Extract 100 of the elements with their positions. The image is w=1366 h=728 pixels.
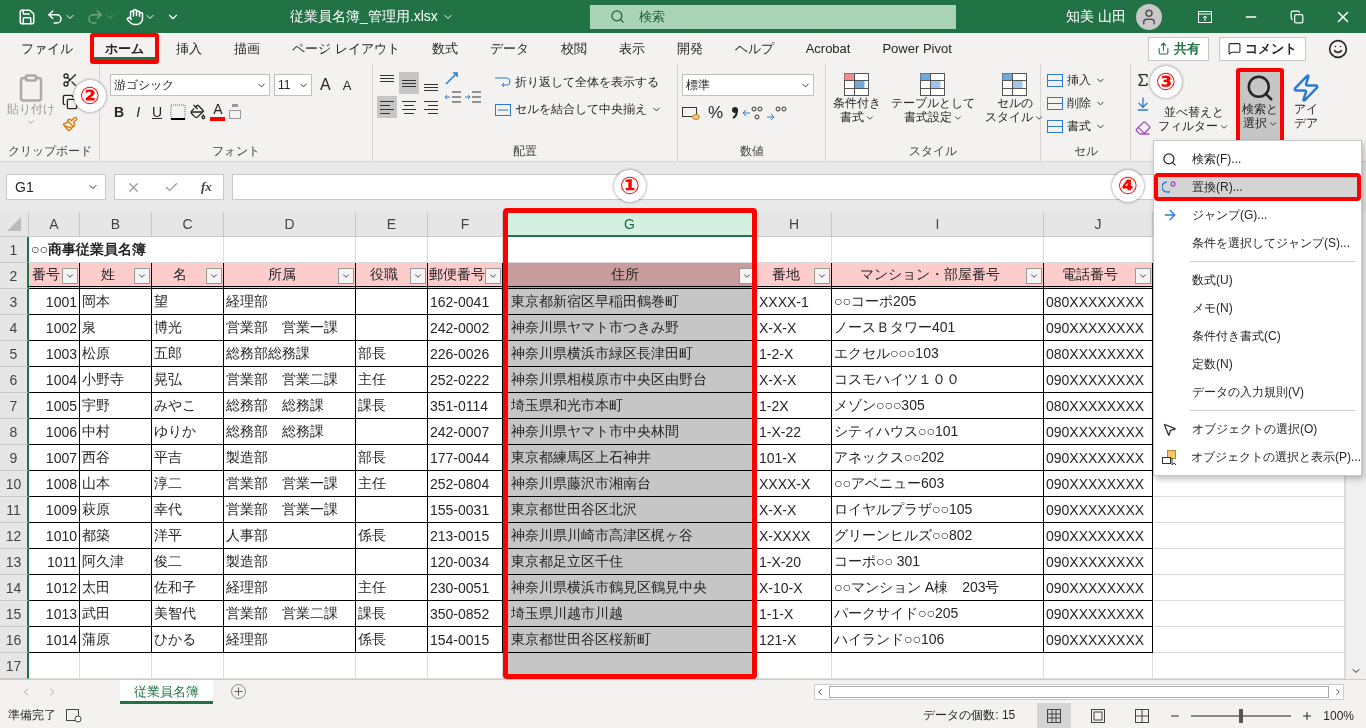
table-cell: コスモハイツ１００	[832, 367, 1044, 393]
table-cell: 090XXXXXXXX	[1044, 445, 1153, 471]
table-cell: 営業部 営業二課	[224, 367, 356, 393]
row-number: 10	[0, 471, 29, 497]
heading-text: 名	[172, 265, 187, 284]
table-cell: 230-0051	[428, 575, 503, 601]
table-cell: 090XXXXXXXX	[1044, 549, 1153, 575]
row-number: 17	[0, 653, 29, 679]
table-cell: 総務部総務課	[224, 341, 356, 367]
table-cell: 252-0222	[428, 367, 503, 393]
table-cell: 課長	[356, 393, 428, 419]
table-cell: XXXX-X	[757, 471, 832, 497]
table-cell: パークサイド○○205	[832, 601, 1044, 627]
table-cell: 佐和子	[152, 575, 224, 601]
table-cell: 1014	[29, 627, 80, 653]
table-cell: 1008	[29, 471, 80, 497]
table-cell: 経理部	[224, 575, 356, 601]
row-number: 13	[0, 549, 29, 575]
row-number: 4	[0, 315, 29, 341]
table-cell: 営業部 営業一課	[224, 497, 356, 523]
row-number: 12	[0, 523, 29, 549]
table-cell: 1004	[29, 367, 80, 393]
table-cell: 090XXXXXXXX	[1044, 601, 1153, 627]
table-cell: 営業部 営業一課	[224, 471, 356, 497]
table-cell: コーポ○○ 301	[832, 549, 1044, 575]
table-cell: 営業部 営業二課	[224, 601, 356, 627]
table-cell: 阿久津	[80, 549, 152, 575]
table-cell: 351-0114	[428, 393, 503, 419]
table-cell: 213-0015	[428, 523, 503, 549]
table-cell: 1006	[29, 419, 80, 445]
table-cell: 部長	[356, 445, 428, 471]
table-cell: 120-0034	[428, 549, 503, 575]
table-cell: ○○マンション A棟 203号	[832, 575, 1044, 601]
table-cell: 1009	[29, 497, 80, 523]
table-cell: グリーンヒルズ○○802	[832, 523, 1044, 549]
heading-text: 電話番号	[1062, 265, 1118, 284]
table-cell: 090XXXXXXXX	[1044, 575, 1153, 601]
group-label: フォント	[211, 143, 261, 160]
table-cell: 226-0026	[428, 341, 503, 367]
table-cell: 岡本	[80, 289, 152, 315]
table-cell: ゆりか	[152, 419, 224, 445]
table-cell: 1012	[29, 575, 80, 601]
table-cell: 泉	[80, 315, 152, 341]
table-cell: 宇野	[80, 393, 152, 419]
table-cell: 090XXXXXXXX	[1044, 497, 1153, 523]
table-cell: 五郎	[152, 341, 224, 367]
heading-text: 姓	[100, 265, 115, 284]
table-cell: 小野寺	[80, 367, 152, 393]
table-cell: 淳二	[152, 471, 224, 497]
table-cell: エクセル○○○103	[832, 341, 1044, 367]
row-number: 7	[0, 393, 29, 419]
table-cell: 幸代	[152, 497, 224, 523]
table-cell: 洋平	[152, 523, 224, 549]
table-cell: 部長	[356, 341, 428, 367]
table-cell: 090XXXXXXXX	[1044, 367, 1153, 393]
group-label: セル	[1072, 143, 1099, 160]
row-number: 3	[0, 289, 29, 315]
table-cell: 人事部	[224, 523, 356, 549]
group-label: 配置	[512, 143, 538, 160]
row-number: 11	[0, 497, 29, 523]
table-cell: 課長	[356, 601, 428, 627]
table-cell: ○○コーポ205	[832, 289, 1044, 315]
table-cell: 平吉	[152, 445, 224, 471]
table-cell: メゾン○○○305	[832, 393, 1044, 419]
table-cell: 1003	[29, 341, 80, 367]
row-number: 15	[0, 601, 29, 627]
table-cell: 蒲原	[80, 627, 152, 653]
heading-text: 番地	[772, 265, 800, 284]
table-cell: 090XXXXXXXX	[1044, 315, 1153, 341]
table-cell: 武田	[80, 601, 152, 627]
heading-text: 所属	[267, 265, 296, 284]
table-cell: 162-0041	[428, 289, 503, 315]
table-cell: 望	[152, 289, 224, 315]
table-cell: 営業部 営業一課	[224, 315, 356, 341]
row-number: 6	[0, 367, 29, 393]
table-cell: 松原	[80, 341, 152, 367]
table-cell: ノースＢタワー401	[832, 315, 1044, 341]
heading-text: 役職	[369, 265, 398, 284]
table-cell: 1010	[29, 523, 80, 549]
table-cell: シティハウス○○101	[832, 419, 1044, 445]
table-cell: XXXX-1	[757, 289, 832, 315]
table-cell: X-XXXX	[757, 523, 832, 549]
heading-text: 住所	[610, 265, 639, 284]
table-cell: みやこ	[152, 393, 224, 419]
table-cell: 晃弘	[152, 367, 224, 393]
table-cell: 155-0031	[428, 497, 503, 523]
heading-text: マンション・部屋番号	[859, 265, 1000, 284]
row-number: 16	[0, 627, 29, 653]
table-cell: 製造部	[224, 445, 356, 471]
table-cell: 080XXXXXXXX	[1044, 393, 1153, 419]
table-cell: アネックス○○202	[832, 445, 1044, 471]
table-cell: 080XXXXXXXX	[1044, 289, 1153, 315]
table-cell: X-10-X	[757, 575, 832, 601]
table-cell: 経理部	[224, 289, 356, 315]
table-cell: X-X-X	[757, 315, 832, 341]
row-number: 5	[0, 341, 29, 367]
table-cell: X-X-X	[757, 367, 832, 393]
table-cell: 1-2-X	[757, 341, 832, 367]
table-cell: 1-X-20	[757, 549, 832, 575]
user-name: 知美 山田	[1066, 7, 1126, 26]
